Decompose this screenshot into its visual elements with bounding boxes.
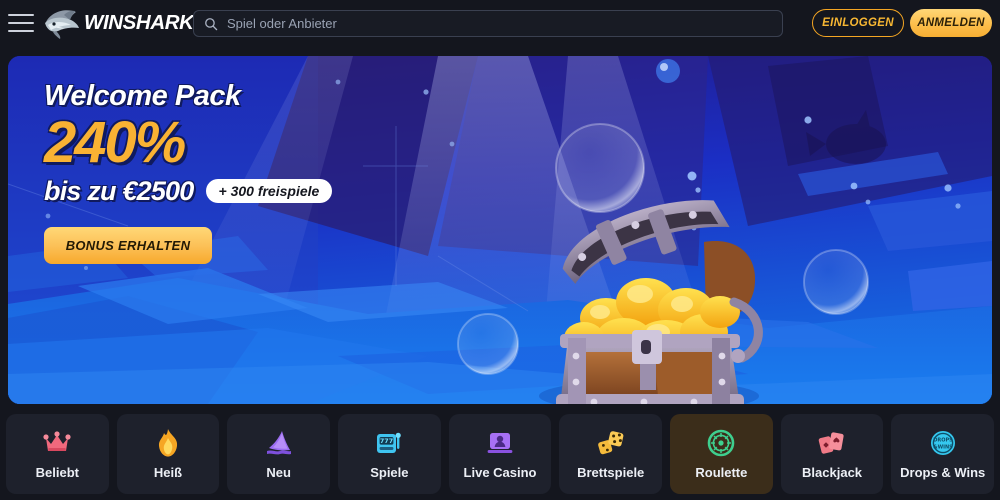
playing-cards-icon — [817, 428, 847, 458]
svg-text:&WINS: &WINS — [933, 444, 953, 450]
claim-bonus-button[interactable]: BONUS ERHALTEN — [44, 226, 212, 264]
category-label: Blackjack — [802, 465, 863, 480]
drops-wins-icon: DROPS &WINS — [928, 428, 958, 458]
category-label: Brettspiele — [577, 465, 645, 480]
promo-subtitle: bis zu €2500 — [44, 175, 194, 206]
roulette-wheel-icon — [706, 428, 736, 458]
category-tile-roulette[interactable]: Roulette — [670, 414, 773, 494]
category-label: Beliebt — [35, 465, 79, 480]
login-button[interactable]: EINLOGGEN — [812, 9, 904, 37]
site-header: WINSHARK Spiel oder Anbieter EINLOGGEN A… — [0, 0, 1000, 46]
slot-machine-icon: 777 — [374, 428, 404, 458]
category-tile-spiele[interactable]: 777 Spiele — [338, 414, 441, 494]
category-tile-brettspiele[interactable]: Brettspiele — [559, 414, 663, 494]
search-placeholder: Spiel oder Anbieter — [227, 16, 337, 31]
promo-banner[interactable]: Welcome Pack 240% bis zu €2500 + 300 fre… — [8, 56, 992, 404]
category-label: Drops & Wins — [900, 465, 986, 480]
register-button[interactable]: ANMELDEN — [910, 9, 992, 37]
brand-logo[interactable]: WINSHARK — [42, 6, 194, 40]
svg-text:DROPS: DROPS — [933, 438, 953, 444]
crown-icon — [42, 428, 72, 458]
live-dealer-icon — [485, 428, 515, 458]
promo-content: Welcome Pack 240% bis zu €2500 + 300 fre… — [44, 80, 384, 264]
category-label: Live Casino — [463, 465, 537, 480]
category-label: Neu — [266, 465, 291, 480]
category-tile-heiss[interactable]: Heiß — [116, 414, 220, 494]
category-tile-blackjack[interactable]: Blackjack — [780, 414, 884, 494]
promo-title: Welcome Pack — [44, 80, 241, 112]
search-icon — [205, 17, 218, 30]
svg-text:777: 777 — [380, 437, 393, 445]
category-label: Spiele — [370, 465, 409, 480]
promo-percent: 240% — [44, 110, 186, 175]
flame-icon — [153, 428, 183, 458]
category-label: Heiß — [153, 465, 183, 480]
search-bar[interactable]: Spiel oder Anbieter — [193, 10, 783, 37]
category-tile-live-casino[interactable]: Live Casino — [448, 414, 552, 494]
category-label: Roulette — [695, 465, 748, 480]
free-spins-badge: + 300 freispiele — [205, 179, 333, 204]
category-tile-neu[interactable]: Neu — [227, 414, 331, 494]
brand-name: WINSHARK — [84, 11, 194, 34]
hamburger-menu-icon[interactable] — [8, 14, 34, 32]
category-tile-beliebt[interactable]: Beliebt — [6, 414, 109, 494]
shark-logo-icon — [45, 10, 79, 39]
dice-icon — [596, 428, 626, 458]
shark-fin-icon — [264, 428, 294, 458]
category-nav: Beliebt Heiß Neu 777 Spiele Live Casino … — [6, 414, 995, 494]
category-tile-drops-wins[interactable]: DROPS &WINS Drops & Wins — [891, 414, 995, 494]
